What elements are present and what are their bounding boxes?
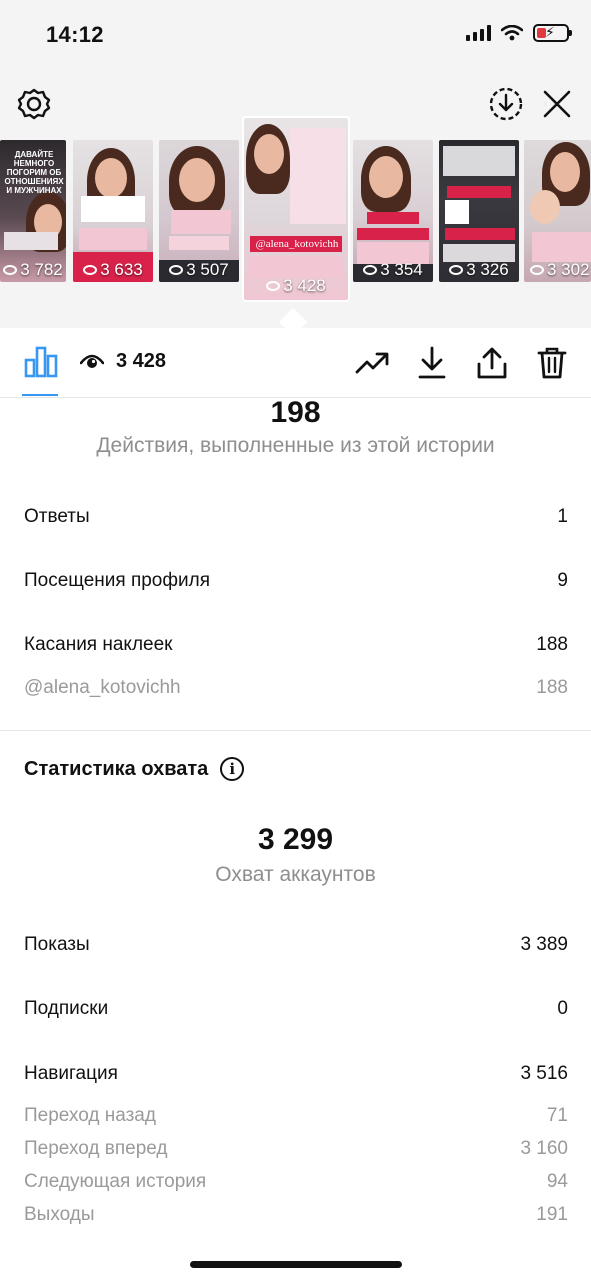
- story-thumbnail[interactable]: 3 507: [159, 140, 239, 282]
- story-caption: ДАВАЙТЕ НЕМНОГО ПОГОРИМ ОБ ОТНОШЕНИЯХ И …: [4, 150, 64, 195]
- metric-value: 3 160: [520, 1138, 568, 1159]
- delete-button[interactable]: [535, 346, 569, 380]
- metric-row: Показы 3 389: [24, 934, 568, 956]
- metric-value: 0: [557, 998, 568, 1019]
- story-thumbnail[interactable]: 3 302: [524, 140, 591, 282]
- close-icon: [543, 90, 571, 118]
- metric-subrow: Следующая история 94: [24, 1171, 568, 1193]
- battery-charging-icon: ⚡: [533, 24, 572, 42]
- metric-label: Показы: [24, 934, 90, 955]
- story-thumbnail[interactable]: ДАВАЙТЕ НЕМНОГО ПОГОРИМ ОБ ОТНОШЕНИЯХ И …: [0, 140, 66, 282]
- metric-value: 71: [546, 1105, 568, 1126]
- viewers-count: 3 428: [116, 350, 167, 372]
- bar-chart-icon: [24, 346, 58, 378]
- metric-value: 3 389: [520, 934, 568, 955]
- info-icon[interactable]: i: [220, 757, 245, 781]
- metric-label: Касания наклеек: [24, 634, 173, 655]
- status-icons: ⚡: [466, 24, 572, 42]
- story-views: 3 302: [530, 260, 591, 280]
- metric-label: Ответы: [24, 506, 90, 527]
- status-time: 14:12: [46, 22, 104, 47]
- stories-header: 14:12 ⚡ ДАВАЙТЕ НЕМНОГО ПОГОРИМ ОБ ОТНОШ…: [0, 0, 591, 328]
- wifi-icon: [501, 25, 523, 41]
- metric-row: Посещения профиля 9: [24, 570, 568, 592]
- story-mention-tag: @alena_kotovichh: [255, 238, 339, 250]
- story-actions: [355, 346, 569, 380]
- reach-label: Охват аккаунтов: [215, 863, 376, 886]
- story-views: 3 428: [244, 276, 348, 296]
- metric-label: Переход назад: [24, 1105, 156, 1126]
- reach-count: 3 299: [257, 823, 334, 856]
- download-icon: [418, 346, 446, 379]
- metric-subrow: Переход вперед 3 160: [24, 1138, 568, 1160]
- metric-value: 1: [557, 506, 568, 527]
- insights-tabs: 3 428: [0, 328, 591, 398]
- story-views: 3 326: [439, 260, 519, 280]
- metric-label: Посещения профиля: [24, 570, 210, 591]
- metric-label: Выходы: [24, 1204, 95, 1225]
- metric-row: Навигация 3 516: [24, 1063, 568, 1085]
- home-indicator[interactable]: [190, 1261, 402, 1268]
- trending-up-icon: [355, 352, 389, 374]
- story-thumbnail[interactable]: 3 354: [353, 140, 433, 282]
- metric-label: Переход вперед: [24, 1138, 168, 1159]
- metric-label: Подписки: [24, 998, 109, 1019]
- metric-subrow: Переход назад 71: [24, 1105, 568, 1127]
- eye-icon: [80, 354, 104, 368]
- promote-button[interactable]: [355, 346, 389, 380]
- metric-value: 3 516: [520, 1063, 568, 1084]
- download-button[interactable]: [415, 346, 449, 380]
- tab-viewers[interactable]: 3 428: [80, 350, 166, 373]
- metric-value: 9: [557, 570, 568, 591]
- metric-subrow: @alena_kotovichh 188: [24, 677, 568, 699]
- tab-insights[interactable]: [24, 346, 58, 383]
- metric-value: 94: [546, 1171, 568, 1192]
- metric-value: 188: [536, 634, 568, 655]
- insights-panel: 3 428 198 Действия, выполненные из этой …: [0, 328, 591, 1280]
- metric-value: 188: [536, 677, 568, 698]
- interactions-label: Действия, выполненные из этой истории: [96, 434, 495, 457]
- reach-title-text: Статистика охвата: [24, 757, 209, 780]
- metric-subrow: Выходы 191: [24, 1204, 568, 1226]
- story-thumbnail-strip: ДАВАЙТЕ НЕМНОГО ПОГОРИМ ОБ ОТНОШЕНИЯХ И …: [0, 118, 591, 308]
- metric-value: 191: [536, 1204, 568, 1225]
- cellular-signal-icon: [466, 25, 491, 41]
- metric-row: Подписки 0: [24, 998, 568, 1020]
- sticker-mention-label[interactable]: @alena_kotovichh: [24, 677, 181, 699]
- section-divider: [0, 730, 591, 731]
- download-circle-icon: [489, 87, 523, 121]
- gear-icon: [17, 88, 51, 120]
- share-button[interactable]: [475, 346, 509, 380]
- story-thumbnail-selected[interactable]: @alena_kotovichh 3 428: [244, 118, 348, 300]
- metric-row: Ответы 1: [24, 506, 568, 528]
- share-icon: [477, 347, 507, 379]
- metric-label: Следующая история: [24, 1171, 207, 1192]
- status-bar: 14:12 ⚡: [0, 0, 591, 70]
- reach-section-title: Статистика охвата i: [24, 757, 245, 781]
- story-views: 3 354: [353, 260, 433, 280]
- trash-icon: [537, 347, 567, 379]
- story-views: 3 633: [73, 260, 153, 280]
- metric-row: Касания наклеек 188: [24, 634, 568, 656]
- story-views: 3 507: [159, 260, 239, 280]
- story-views: 3 782: [0, 260, 66, 280]
- metric-label: Навигация: [24, 1063, 118, 1084]
- interactions-count: 198: [270, 396, 321, 429]
- story-thumbnail[interactable]: 3 633: [73, 140, 153, 282]
- story-thumbnail[interactable]: 3 326: [439, 140, 519, 282]
